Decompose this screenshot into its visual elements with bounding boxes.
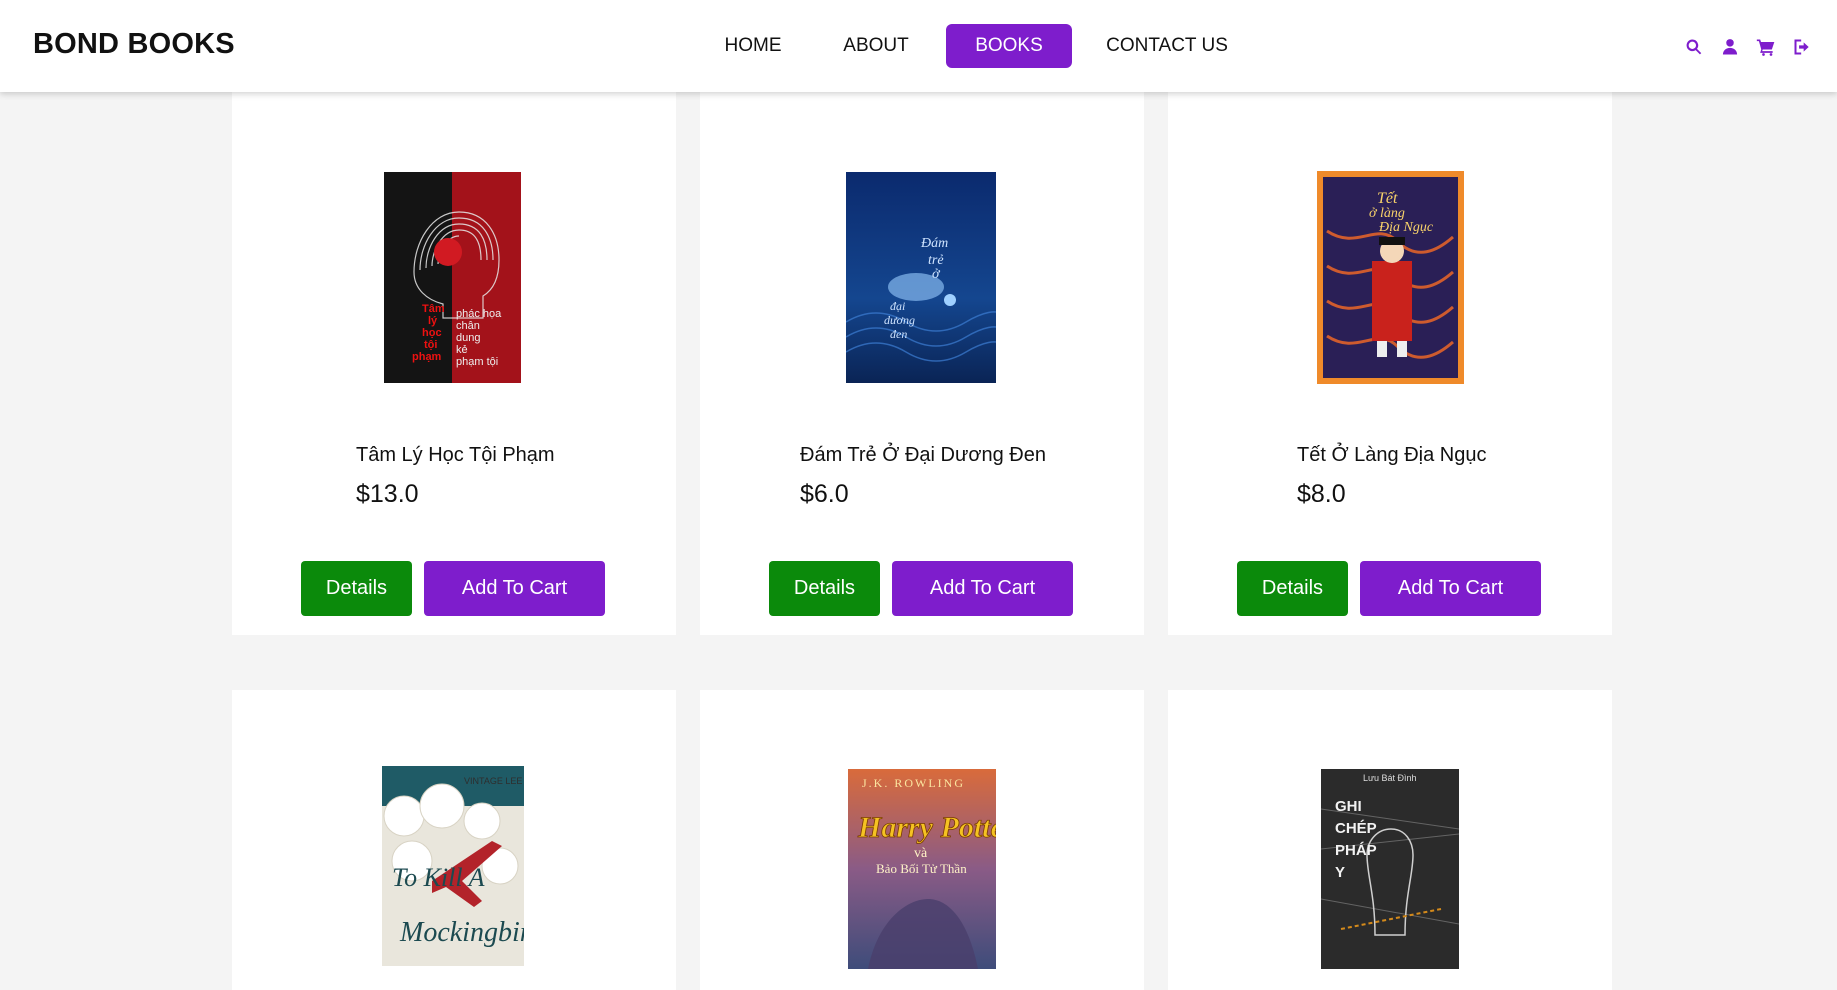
- book-price: $13.0: [356, 480, 419, 508]
- book-title: Đám Trẻ Ở Đại Dương Đen: [800, 444, 1046, 466]
- svg-text:dung: dung: [456, 332, 480, 344]
- book-card: Đám trẻ ở đại dương đen Đám Trẻ Ở Đại Dư…: [700, 80, 1144, 635]
- svg-text:Y: Y: [1335, 864, 1345, 881]
- svg-text:kẻ: kẻ: [456, 344, 468, 356]
- svg-text:CHÉP: CHÉP: [1335, 820, 1377, 837]
- main-nav: HOME ABOUT BOOKS CONTACT US: [700, 24, 1258, 68]
- svg-text:Tâm: Tâm: [422, 303, 445, 315]
- svg-text:dương: dương: [884, 313, 915, 327]
- add-to-cart-button[interactable]: Add To Cart: [424, 561, 605, 616]
- nav-about[interactable]: ABOUT: [806, 24, 946, 68]
- book-cover-image[interactable]: VINTAGE LEE To Kill A Mockingbird: [382, 766, 524, 966]
- search-icon[interactable]: [1683, 36, 1705, 58]
- nav-home[interactable]: HOME: [700, 24, 806, 68]
- nav-contact-us[interactable]: CONTACT US: [1076, 24, 1258, 68]
- svg-text:lý: lý: [428, 315, 438, 327]
- book-title: Tâm Lý Học Tội Phạm: [356, 444, 555, 466]
- svg-text:To Kill A: To Kill A: [392, 863, 485, 892]
- book-cover-image[interactable]: J.K. ROWLING Harry Potter và Bảo Bối Tử …: [848, 769, 996, 969]
- svg-text:VINTAGE LEE: VINTAGE LEE: [464, 776, 522, 786]
- book-price: $6.0: [800, 480, 849, 508]
- svg-text:PHÁP: PHÁP: [1335, 842, 1377, 859]
- add-to-cart-button[interactable]: Add To Cart: [892, 561, 1073, 616]
- add-to-cart-button[interactable]: Add To Cart: [1360, 561, 1541, 616]
- svg-text:phạm tội: phạm tội: [456, 356, 498, 368]
- svg-text:và: và: [914, 846, 928, 861]
- svg-text:tội: tội: [424, 339, 437, 351]
- svg-text:đen: đen: [890, 327, 907, 341]
- svg-text:Lưu Bát Đình: Lưu Bát Đình: [1363, 773, 1417, 783]
- book-cover-image[interactable]: Tâm lý học tội phạm phác họa chân dung k…: [384, 172, 521, 383]
- book-title: Tết Ở Làng Địa Ngục: [1297, 444, 1487, 466]
- svg-text:Harry Potter: Harry Potter: [857, 811, 996, 844]
- book-card: Tết ở làng Địa Ngục Tết Ở Làng Địa Ngục …: [1168, 80, 1612, 635]
- nav-icon-group: [1683, 36, 1813, 58]
- book-card: VINTAGE LEE To Kill A Mockingbird: [232, 690, 676, 990]
- svg-text:chân: chân: [456, 320, 480, 332]
- book-price: $8.0: [1297, 480, 1346, 508]
- user-icon[interactable]: [1719, 36, 1741, 58]
- svg-text:trẻ: trẻ: [928, 253, 944, 268]
- svg-text:ở làng: ở làng: [1369, 206, 1405, 221]
- book-card: Lưu Bát Đình GHI CHÉP PHÁP Y: [1168, 690, 1612, 990]
- svg-text:J.K. ROWLING: J.K. ROWLING: [862, 776, 965, 790]
- svg-text:phác họa: phác họa: [456, 308, 502, 320]
- svg-text:Bảo Bối Tử Thần: Bảo Bối Tử Thần: [876, 861, 967, 876]
- top-navbar: BOND BOOKS HOME ABOUT BOOKS CONTACT US: [0, 0, 1837, 92]
- book-cover-image[interactable]: Lưu Bát Đình GHI CHÉP PHÁP Y: [1321, 769, 1459, 969]
- details-button[interactable]: Details: [1237, 561, 1348, 616]
- book-cover-image[interactable]: Đám trẻ ở đại dương đen: [846, 172, 996, 383]
- book-card: J.K. ROWLING Harry Potter và Bảo Bối Tử …: [700, 690, 1144, 990]
- nav-books[interactable]: BOOKS: [946, 24, 1072, 68]
- svg-text:Tết: Tết: [1377, 190, 1398, 207]
- brand-logo[interactable]: BOND BOOKS: [33, 28, 235, 61]
- cart-icon[interactable]: [1755, 36, 1777, 58]
- book-cover-image[interactable]: Tết ở làng Địa Ngục: [1317, 171, 1464, 384]
- svg-text:GHI: GHI: [1335, 798, 1362, 815]
- book-card: Tâm lý học tội phạm phác họa chân dung k…: [232, 80, 676, 635]
- details-button[interactable]: Details: [301, 561, 412, 616]
- svg-text:Đám: Đám: [920, 236, 948, 251]
- svg-text:Mockingbird: Mockingbird: [399, 917, 524, 948]
- details-button[interactable]: Details: [769, 561, 880, 616]
- svg-text:học: học: [422, 327, 442, 339]
- svg-text:đại: đại: [890, 299, 905, 313]
- logout-icon[interactable]: [1791, 36, 1813, 58]
- svg-text:Địa Ngục: Địa Ngục: [1378, 220, 1434, 235]
- svg-text:phạm: phạm: [412, 351, 442, 363]
